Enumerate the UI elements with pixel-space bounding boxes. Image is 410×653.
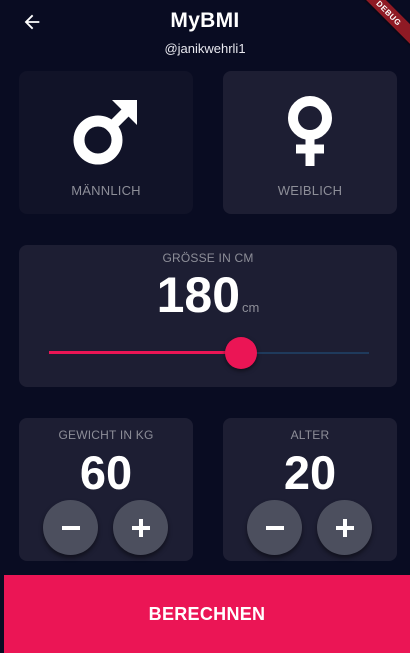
slider-thumb[interactable] (225, 337, 257, 369)
height-value-row: 180 cm (19, 270, 397, 320)
app-bar: MyBMI @janikwehrli1 (0, 0, 410, 72)
female-icon (288, 96, 332, 166)
slider-active-track (49, 351, 241, 354)
gender-card-male[interactable]: MÄNNLICH (19, 71, 193, 214)
gender-label-female: WEIBLICH (277, 183, 343, 198)
height-card: GRÖSSE IN CM 180 cm (19, 245, 397, 387)
app-title: MyBMI (170, 9, 240, 32)
age-minus-button[interactable] (247, 500, 302, 555)
weight-label: GEWICHT IN KG (58, 428, 154, 442)
gender-label-male: MÄNNLICH (71, 183, 141, 198)
height-slider[interactable] (49, 337, 369, 369)
weight-minus-button[interactable] (43, 500, 98, 555)
height-value: 180 (156, 267, 241, 323)
weight-plus-button[interactable] (113, 500, 168, 555)
app-subtitle: @janikwehrli1 (164, 41, 246, 56)
calculate-button-label: BERECHNEN (148, 603, 266, 624)
app-screen: MyBMI @janikwehrli1 DEBUG MÄNNLICH WEIBL… (0, 0, 410, 653)
height-label: GRÖSSE IN CM (162, 251, 254, 265)
age-label: ALTER (290, 428, 330, 442)
plus-icon (131, 518, 150, 537)
height-unit: cm (242, 300, 260, 315)
minus-icon (61, 525, 80, 530)
gender-card-female[interactable]: WEIBLICH (223, 71, 397, 214)
weight-card: GEWICHT IN KG 60 (19, 418, 193, 561)
minus-icon (265, 525, 284, 530)
age-card: ALTER 20 (223, 418, 397, 561)
age-plus-button[interactable] (317, 500, 372, 555)
age-value: 20 (283, 446, 337, 499)
calculate-button[interactable]: BERECHNEN (4, 575, 410, 653)
weight-value: 60 (79, 446, 133, 499)
male-icon (73, 100, 137, 165)
plus-icon (335, 518, 354, 537)
